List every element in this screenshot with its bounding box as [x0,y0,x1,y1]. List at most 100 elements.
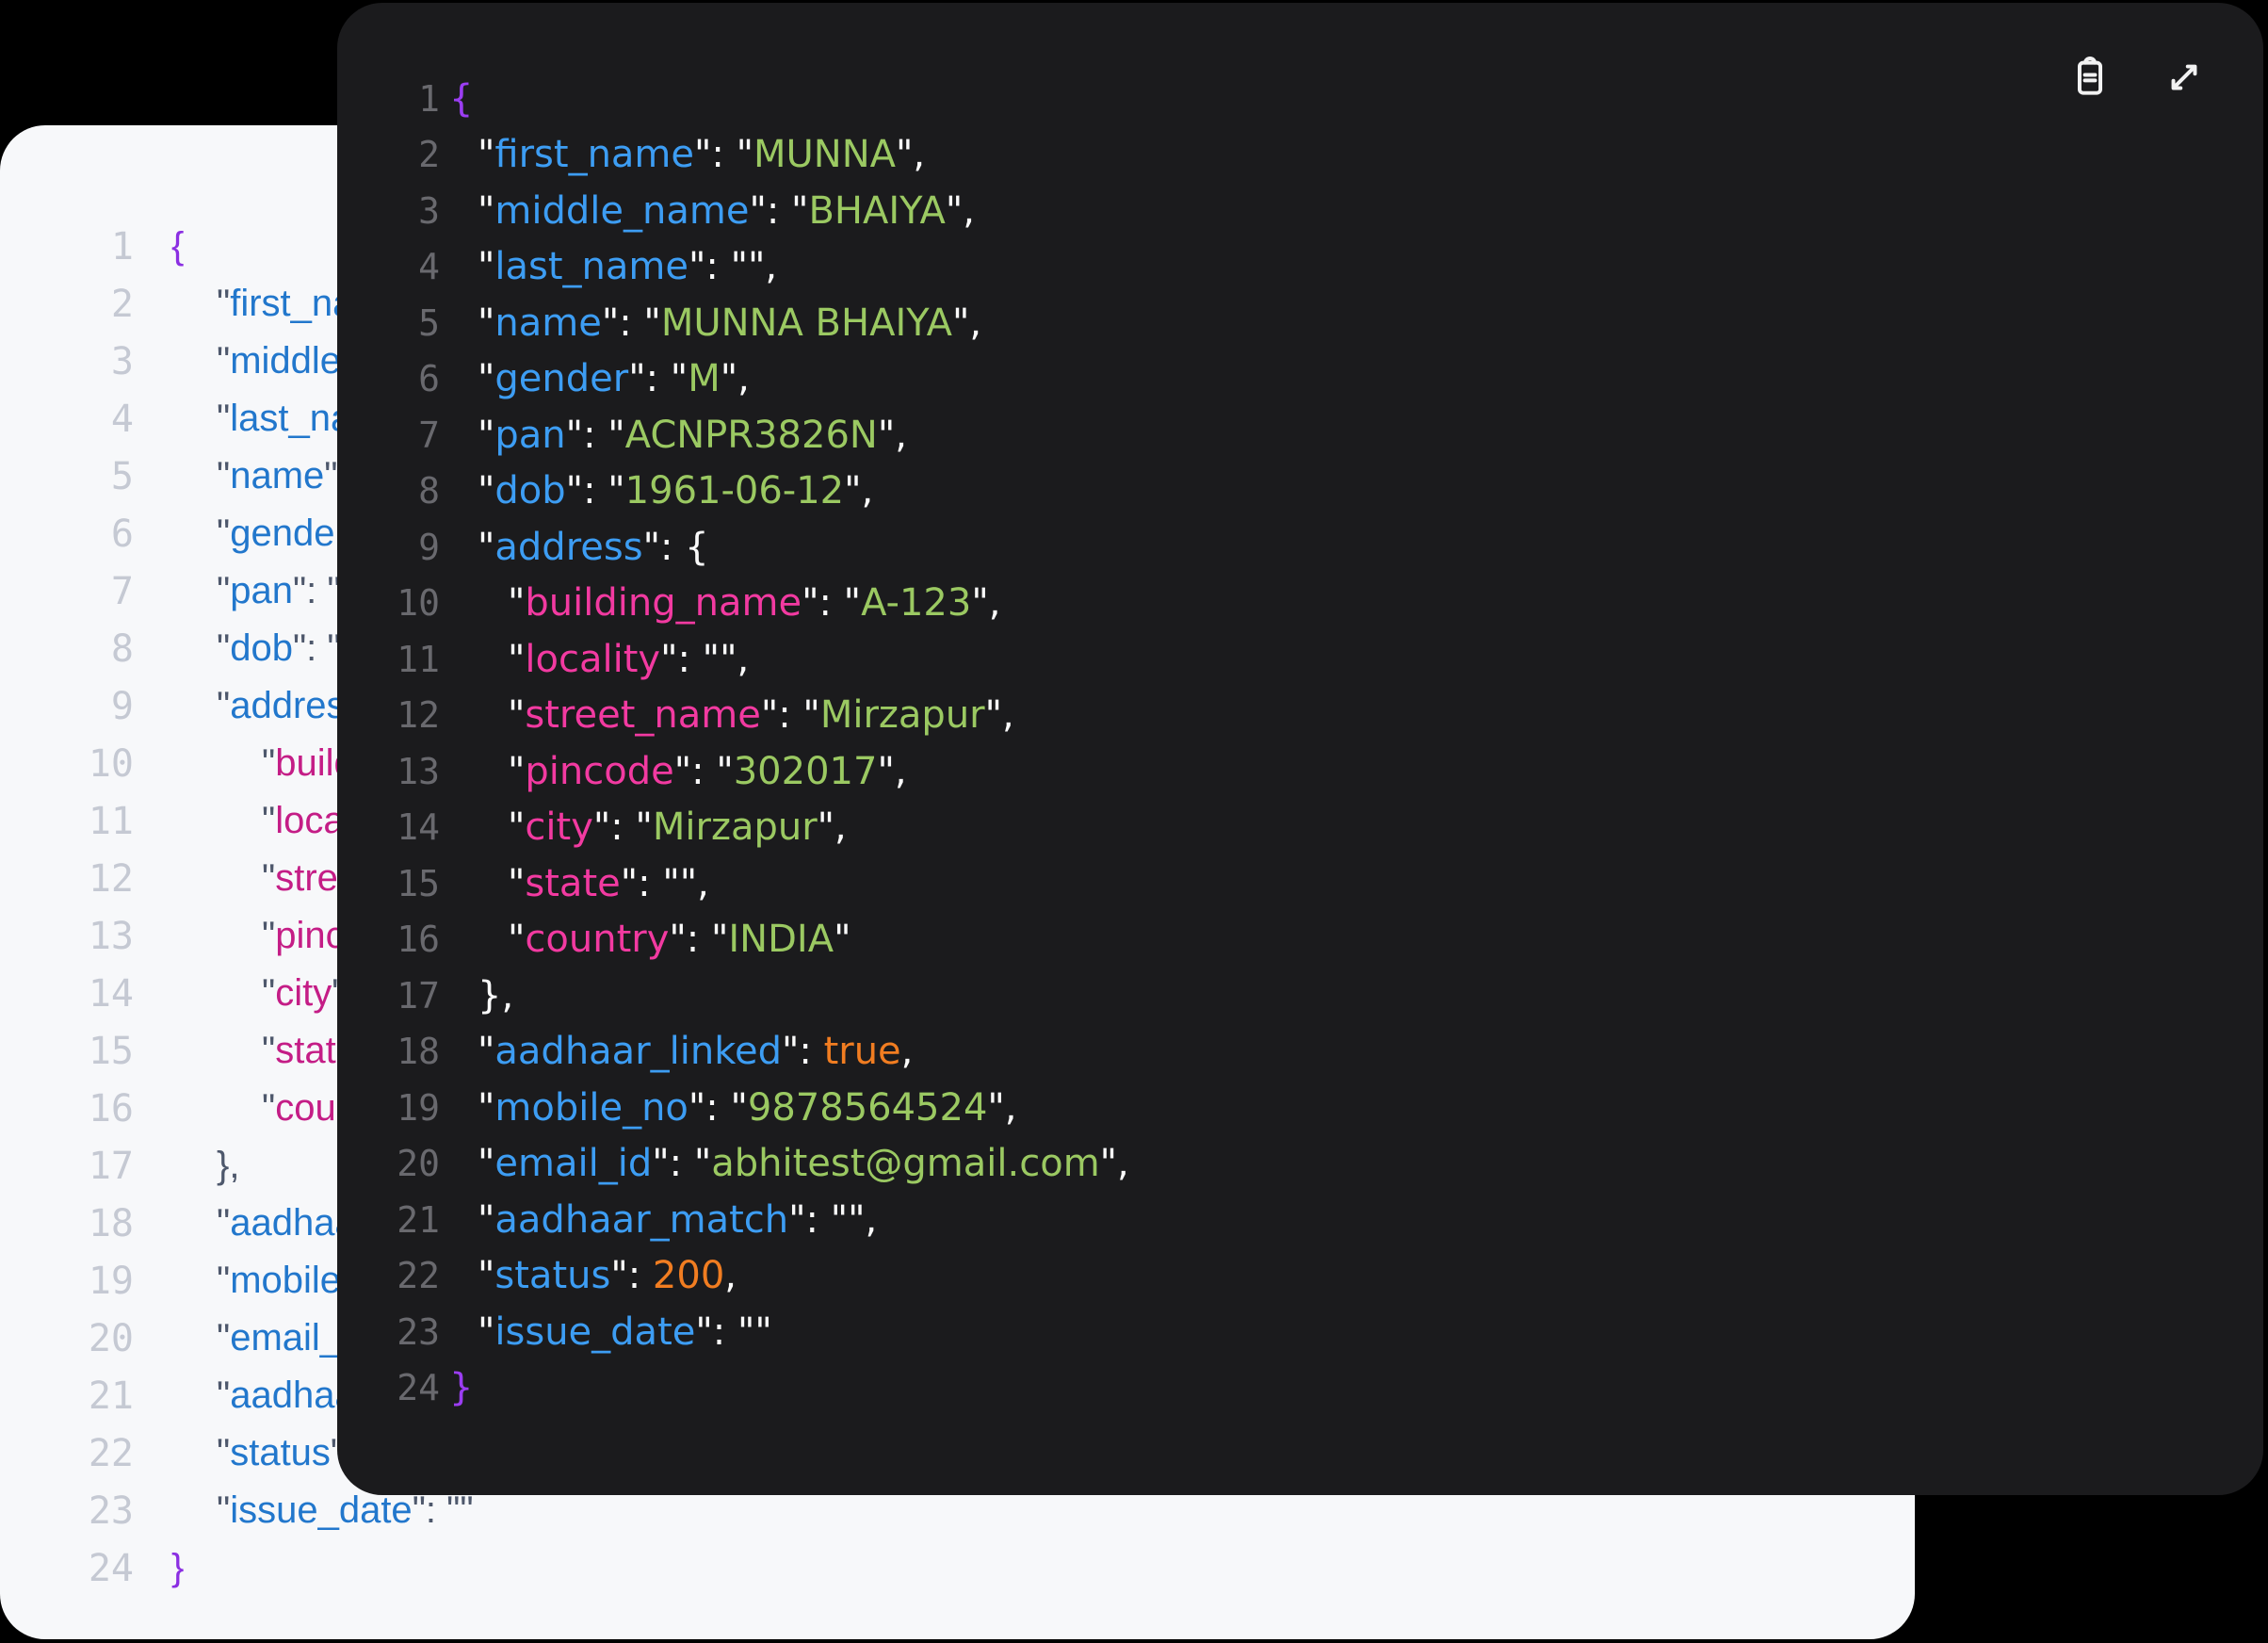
token-p: " [217,1432,231,1473]
code-text: { [171,225,184,268]
line-number: 19 [88,1259,134,1303]
token-s: abhitest@gmail.com [711,1142,1100,1186]
token-s: MUNNA BHAIYA [660,301,952,345]
line-number: 24 [88,1546,134,1590]
token-p: " [217,685,231,726]
code-text: "gender": "M", [449,357,750,400]
token-s: BHAIYA [808,188,946,233]
copy-button[interactable] [2064,52,2116,105]
line-number: 14 [397,806,440,849]
token-b1: } [171,1547,185,1588]
code-line: 24} [377,1360,2263,1417]
token-k1: middle_name [494,188,750,233]
token-s: Mirzapur [652,805,818,850]
code-line: 1{ [377,71,2263,127]
line-number: 10 [397,582,440,625]
line-number: 18 [397,1031,440,1073]
token-k1: dob [494,469,566,513]
line-number: 20 [397,1143,440,1185]
code-line: 15"state": "", [377,855,2263,912]
token-p: " [478,1254,495,1298]
line-number: 12 [397,694,440,737]
token-k1: issue_date [494,1310,696,1354]
token-p: " [217,340,231,382]
line-number: 4 [418,246,440,288]
token-p: ": " [694,133,754,177]
token-p: }, [217,1145,240,1186]
token-p: ": " [673,749,734,793]
code-text: "building_name": "A-123", [449,581,1000,625]
code-text: }, [449,974,513,1017]
code-line: 9"address": { [377,519,2263,576]
line-number: 22 [88,1431,134,1475]
line-number: 8 [418,470,440,512]
token-p: " [217,1202,231,1244]
token-s: INDIA [728,918,834,962]
token-p: " [508,805,526,850]
code-line: 5"name": "MUNNA BHAIYA", [377,295,2263,351]
token-k1: aadhaar_match [494,1197,789,1242]
token-p: ", [720,357,750,401]
token-s: ACNPR3826N [624,413,878,457]
token-p: " [478,357,495,401]
code-text: "country": "INDIA" [449,918,850,961]
token-p: " [262,1087,276,1129]
token-k1: email_id [494,1142,653,1186]
line-number: 17 [88,1144,134,1188]
code-line: 16"country": "INDIA" [377,912,2263,968]
token-p: " [834,918,851,962]
json-panel-dark: 1{2 "first_name": "MUNNA", 3 "middle_name":… [337,3,2263,1495]
line-number: 14 [88,971,134,1016]
token-p: " [508,749,526,793]
token-p: " [217,398,231,439]
token-p: ": " [592,805,653,850]
token-k1: first_name [494,133,695,177]
line-number: 21 [397,1198,440,1241]
token-p: ": [610,1254,653,1298]
token-p: ": " [688,1085,748,1130]
token-p: , [900,1030,914,1074]
token-p: " [217,1260,231,1301]
token-b1: { [449,76,474,121]
token-p: " [478,1310,495,1354]
line-number: 6 [110,512,134,556]
line-number: 18 [88,1201,134,1245]
token-p: " [478,413,495,457]
token-p: " [478,1142,495,1186]
code-lines: 1{2"first_name": "MUNNA",3"middle_name":… [337,3,2263,1416]
token-k1: issue_date [230,1489,413,1531]
token-p: " [262,800,276,841]
token-p: ": "", [688,245,778,289]
token-p: ": "", [788,1197,878,1242]
code-line: 7"pan": "ACNPR3826N", [377,407,2263,464]
token-p: " [262,972,276,1014]
token-p: " [478,133,495,177]
token-p: ", [951,301,982,345]
token-p: " [217,455,231,496]
code-line: 23 "issue_date": "" [377,1304,2263,1360]
code-text: "address": { [449,526,709,569]
code-text: "issue_date": "" [449,1310,772,1354]
line-number: 6 [418,358,440,400]
token-k1: name [494,301,602,345]
token-p: ": " [760,693,820,738]
token-k1: gender [230,512,348,554]
token-p: " [262,742,276,784]
token-p: " [262,1030,276,1071]
line-number: 3 [110,339,134,383]
code-text: "mobile_no": "9878564524", [449,1086,1017,1130]
token-p: ", [945,188,975,233]
line-number: 7 [110,569,134,613]
line-number: 23 [397,1310,440,1353]
line-number: 21 [88,1374,134,1418]
line-number: 10 [88,741,134,786]
expand-button[interactable] [2158,52,2211,105]
token-p: ": " [749,188,809,233]
token-p: ", [984,693,1014,738]
line-number: 1 [418,77,440,120]
line-number: 11 [397,638,440,680]
code-line: 13"pincode": "302017", [377,743,2263,800]
token-p: ": " [565,413,625,457]
line-number: 11 [88,799,134,843]
line-number: 5 [110,454,134,498]
